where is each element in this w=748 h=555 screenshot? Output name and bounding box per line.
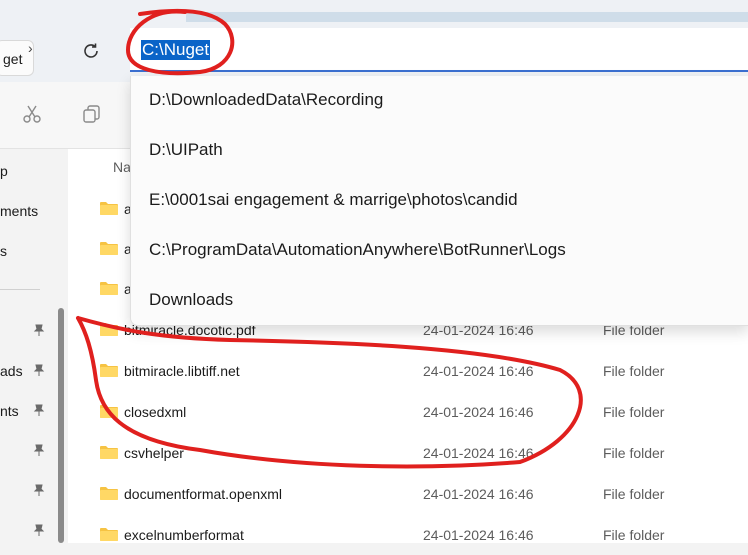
- suggestion-item[interactable]: E:\0001sai engagement & marrige\photos\c…: [149, 190, 518, 210]
- folder-icon: [100, 528, 118, 541]
- pin-icon[interactable]: [32, 323, 46, 337]
- file-name: bitmiracle.libtiff.net: [124, 363, 240, 379]
- date-modified: 24-01-2024 16:46: [423, 363, 534, 379]
- scrollbar[interactable]: [58, 308, 64, 543]
- address-bar-strip: [186, 12, 748, 22]
- table-row[interactable]: excelnumberformat 24-01-2024 16:46 File …: [68, 515, 748, 555]
- folder-icon: [100, 364, 118, 377]
- file-type: File folder: [603, 404, 665, 420]
- date-modified: 24-01-2024 16:46: [423, 445, 534, 461]
- sidebar-divider: [0, 289, 40, 290]
- sidebar-item-pictures[interactable]: s: [0, 243, 7, 259]
- date-modified: 24-01-2024 16:46: [423, 527, 534, 543]
- address-value-selected[interactable]: C:\Nuget: [141, 40, 211, 60]
- tooltip-text: get: [3, 51, 23, 67]
- folder-icon: [100, 487, 118, 500]
- folder-icon: [100, 323, 118, 336]
- column-header-name[interactable]: Na: [113, 159, 131, 175]
- file-type: File folder: [603, 363, 665, 379]
- table-row[interactable]: documentformat.openxml 24-01-2024 16:46 …: [68, 474, 748, 514]
- file-name: csvhelper: [124, 445, 184, 461]
- address-input[interactable]: C:\Nuget: [130, 28, 748, 72]
- file-type: File folder: [603, 445, 665, 461]
- file-name: closedxml: [124, 404, 187, 420]
- pin-icon[interactable]: [32, 403, 46, 417]
- folder-icon: [100, 405, 118, 418]
- pin-icon[interactable]: [32, 483, 46, 497]
- date-modified: 24-01-2024 16:46: [423, 404, 534, 420]
- folder-icon: [100, 242, 118, 255]
- sidebar-item-downloads[interactable]: ads: [0, 363, 23, 379]
- pin-icon[interactable]: [32, 523, 46, 537]
- pin-icon[interactable]: [32, 363, 46, 377]
- suggestion-item[interactable]: C:\ProgramData\AutomationAnywhere\BotRun…: [149, 240, 566, 260]
- chevron-icon[interactable]: ›: [28, 40, 33, 56]
- sidebar-item-documents[interactable]: ments: [0, 203, 38, 219]
- folder-icon: [100, 202, 118, 215]
- copy-icon[interactable]: [82, 104, 102, 124]
- date-modified: 24-01-2024 16:46: [423, 486, 534, 502]
- address-suggestions-dropdown: D:\DownloadedData\Recording D:\UIPath E:…: [130, 76, 748, 326]
- refresh-icon[interactable]: [80, 40, 102, 62]
- suggestion-item[interactable]: D:\UIPath: [149, 140, 223, 160]
- table-row[interactable]: bitmiracle.libtiff.net 24-01-2024 16:46 …: [68, 351, 748, 391]
- scissors-icon[interactable]: [22, 104, 42, 124]
- sidebar-item-documents-pinned[interactable]: nts: [0, 403, 19, 419]
- file-type: File folder: [603, 527, 665, 543]
- file-name: documentformat.openxml: [124, 486, 282, 502]
- table-row[interactable]: csvhelper 24-01-2024 16:46 File folder: [68, 433, 748, 473]
- table-row[interactable]: closedxml 24-01-2024 16:46 File folder: [68, 392, 748, 432]
- file-name: excelnumberformat: [124, 527, 244, 543]
- suggestion-item[interactable]: Downloads: [149, 290, 233, 310]
- folder-icon: [100, 282, 118, 295]
- folder-icon: [100, 446, 118, 459]
- pin-icon[interactable]: [32, 443, 46, 457]
- suggestion-item[interactable]: D:\DownloadedData\Recording: [149, 90, 383, 110]
- sidebar-item-desktop[interactable]: p: [0, 163, 8, 179]
- file-type: File folder: [603, 486, 665, 502]
